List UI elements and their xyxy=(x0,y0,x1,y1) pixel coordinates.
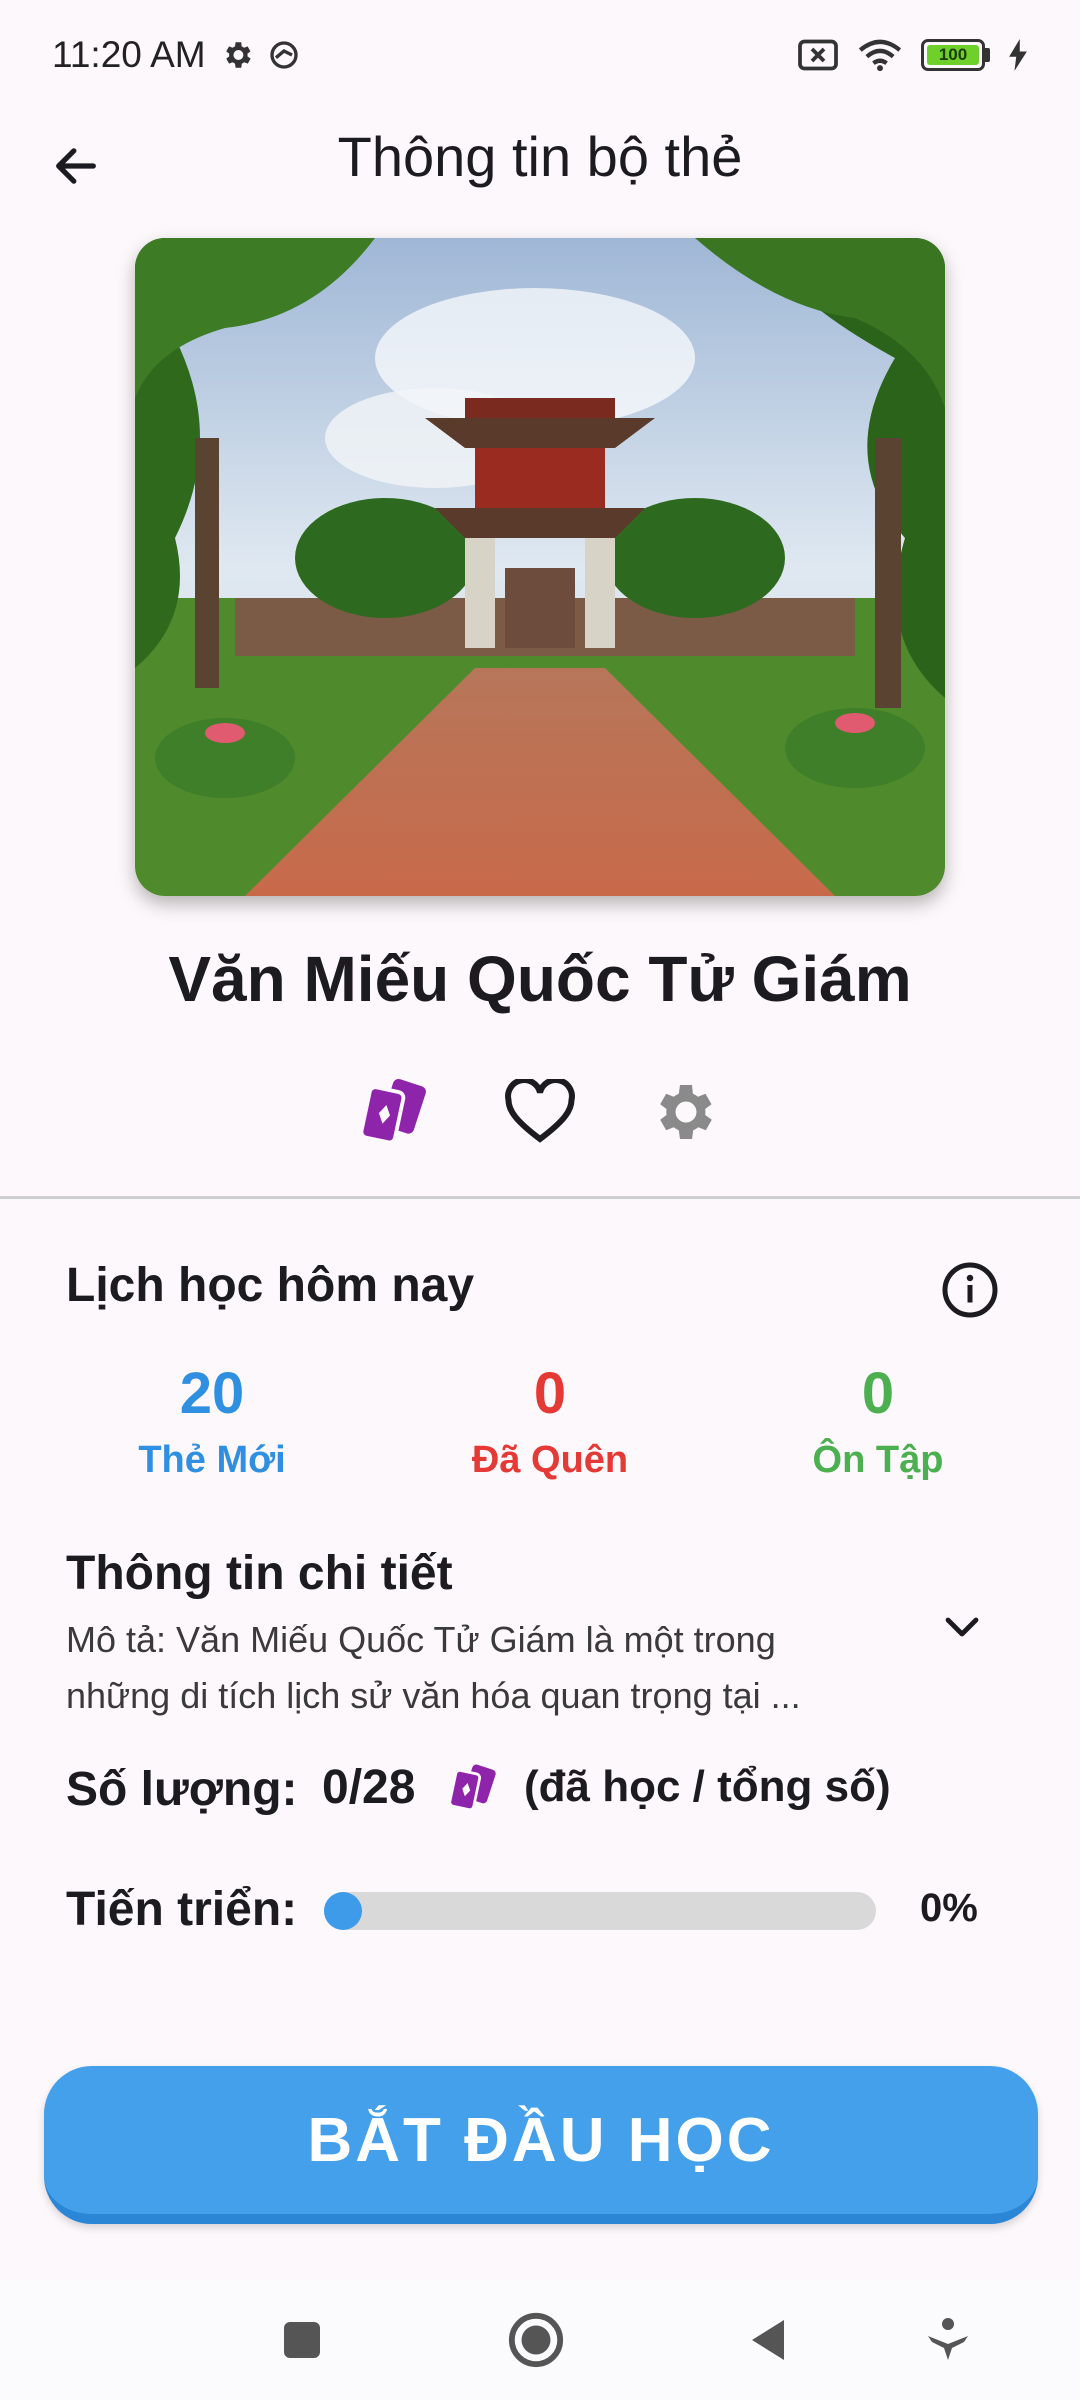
gear-status-icon xyxy=(225,42,251,68)
quantity-value: 0/28 xyxy=(322,1761,416,1814)
progress-fill xyxy=(324,1892,362,1930)
cards-button[interactable] xyxy=(352,1070,436,1154)
progress-bar xyxy=(324,1892,876,1930)
divider xyxy=(0,1196,1080,1199)
description-line-1: Mô tả: Văn Miếu Quốc Tử Giám là một tron… xyxy=(66,1619,776,1660)
info-icon xyxy=(942,1262,998,1318)
gear-icon xyxy=(660,1085,712,1139)
battery-icon: 100 xyxy=(921,39,990,71)
accessibility-icon xyxy=(928,2318,968,2360)
back-nav-button[interactable] xyxy=(730,2302,806,2378)
stat-new-value: 20 xyxy=(179,1361,245,1426)
settings-button[interactable] xyxy=(644,1070,728,1154)
deck-actions xyxy=(0,1070,1080,1154)
quantity-label: Số lượng: xyxy=(66,1763,298,1816)
status-time: 11:20 AM xyxy=(52,34,206,75)
stat-review: 0 Ôn Tập xyxy=(728,1360,1028,1482)
details-title: Thông tin chi tiết xyxy=(66,1547,453,1600)
progress-percent: 0% xyxy=(920,1886,978,1930)
home-icon xyxy=(508,2312,564,2368)
home-button[interactable] xyxy=(498,2302,574,2378)
deck-title: Văn Miếu Quốc Tử Giám xyxy=(168,943,912,1015)
stat-forgotten: 0 Đã Quên xyxy=(400,1360,700,1482)
stat-forgotten-label: Đã Quên xyxy=(471,1439,629,1481)
favorite-button[interactable] xyxy=(498,1070,582,1154)
recents-icon xyxy=(284,2322,320,2358)
status-bar: 11:20 AM 100 xyxy=(0,0,1080,110)
cards-icon xyxy=(359,1079,426,1145)
expand-description-button[interactable] xyxy=(926,1590,998,1662)
battery-level: 100 xyxy=(927,45,979,65)
chevron-down-icon xyxy=(945,1617,979,1637)
top-app-bar: Thông tin bộ thẻ xyxy=(0,110,1080,210)
stat-forgotten-value: 0 xyxy=(533,1361,567,1426)
stat-review-value: 0 xyxy=(861,1361,895,1426)
stat-new-cards: 20 Thẻ Mới xyxy=(62,1360,362,1482)
start-learning-button[interactable]: BẮT ĐẦU HỌC xyxy=(44,2066,1038,2224)
deck-cover-image xyxy=(135,238,945,896)
quantity-note: (đã học / tổng số) xyxy=(524,1762,891,1811)
stat-new-label: Thẻ Mới xyxy=(138,1439,286,1481)
system-nav-bar xyxy=(0,2280,1080,2400)
assistant-button[interactable] xyxy=(910,2302,986,2378)
deck-description: Mô tả: Văn Miếu Quốc Tử Giám là một tron… xyxy=(66,1612,906,1724)
wifi-icon xyxy=(858,39,902,72)
no-sim-icon xyxy=(798,39,838,71)
triangle-back-icon xyxy=(752,2320,784,2360)
cards-icon xyxy=(448,1764,496,1811)
progress-label: Tiến triển: xyxy=(66,1883,298,1936)
recents-button[interactable] xyxy=(264,2302,340,2378)
stat-review-label: Ôn Tập xyxy=(812,1439,944,1481)
description-line-2: những di tích lịch sử văn hóa quan trọng… xyxy=(66,1675,801,1716)
charging-icon xyxy=(1009,39,1027,71)
page-title: Thông tin bộ thẻ xyxy=(337,125,743,188)
today-schedule-title: Lịch học hôm nay xyxy=(66,1259,475,1312)
info-button[interactable] xyxy=(934,1254,1006,1326)
vpn-status-icon xyxy=(269,41,298,69)
heart-icon xyxy=(505,1079,575,1143)
